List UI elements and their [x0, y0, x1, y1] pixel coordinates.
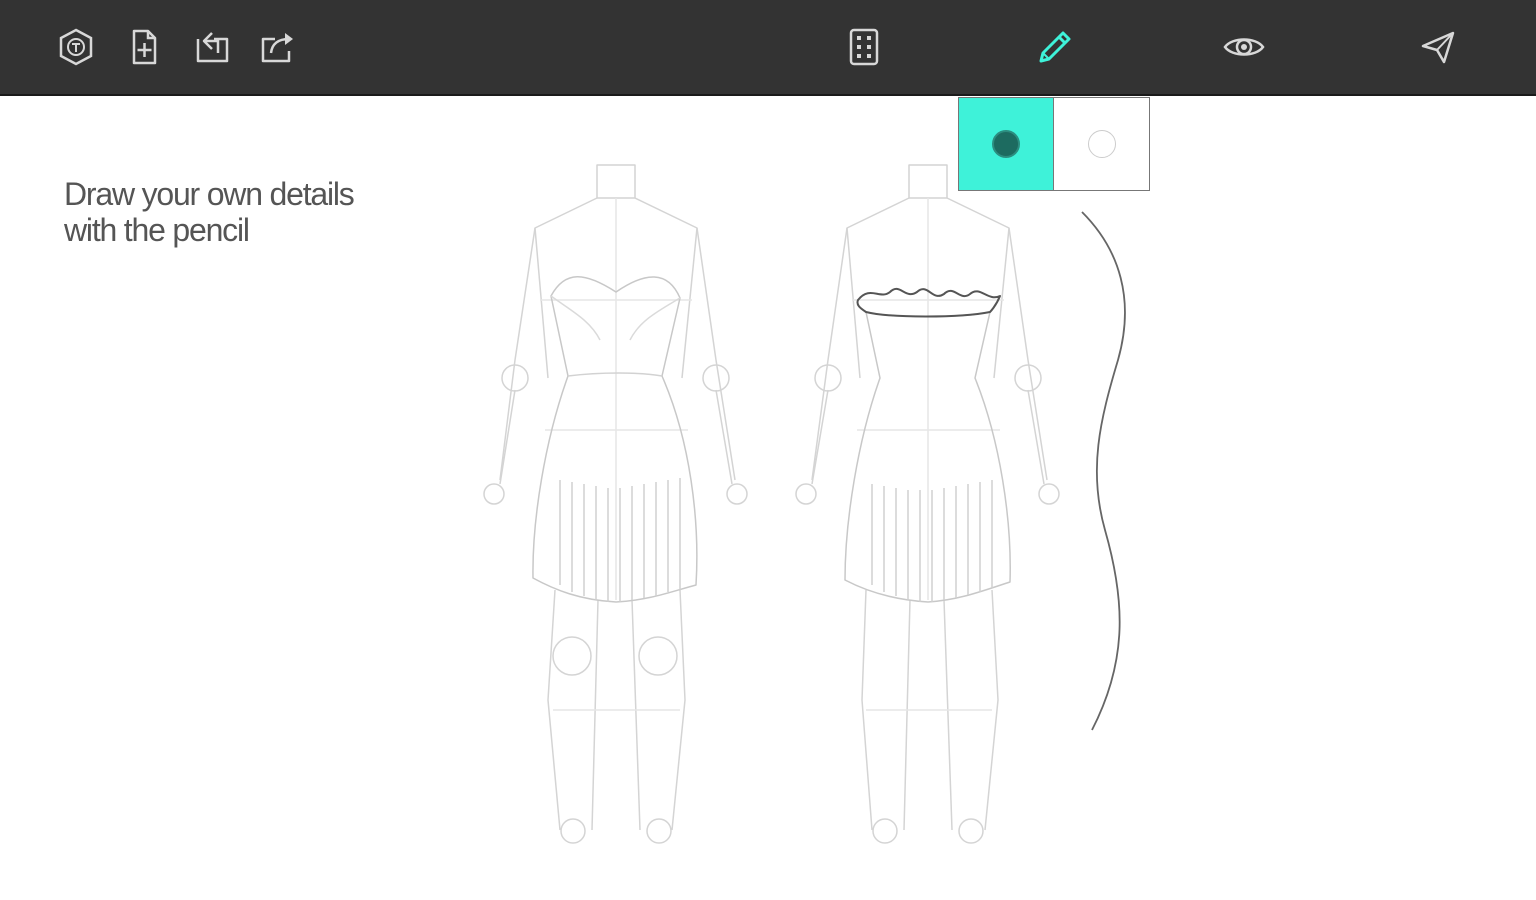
grid-icon	[849, 28, 879, 66]
drawing-canvas[interactable]	[0, 96, 1536, 900]
tag-icon	[59, 28, 93, 66]
eye-icon	[1223, 38, 1265, 56]
pencil-stroke	[1081, 211, 1126, 731]
preview-button[interactable]	[1220, 22, 1268, 72]
new-file-button[interactable]	[120, 22, 168, 72]
back-view-figure	[795, 164, 1060, 844]
pencil-icon	[1039, 31, 1071, 63]
tag-button[interactable]	[52, 22, 100, 72]
export-button[interactable]	[254, 22, 302, 72]
layout-button[interactable]	[840, 22, 888, 72]
pencil-button[interactable]	[1030, 22, 1078, 72]
share-export-icon	[261, 33, 293, 63]
folder-open-icon	[196, 32, 229, 63]
new-file-icon	[132, 29, 157, 65]
send-icon	[1421, 31, 1455, 64]
top-toolbar	[0, 0, 1536, 96]
front-view-figure	[483, 164, 748, 844]
send-button[interactable]	[1414, 22, 1462, 72]
open-button[interactable]	[188, 22, 236, 72]
